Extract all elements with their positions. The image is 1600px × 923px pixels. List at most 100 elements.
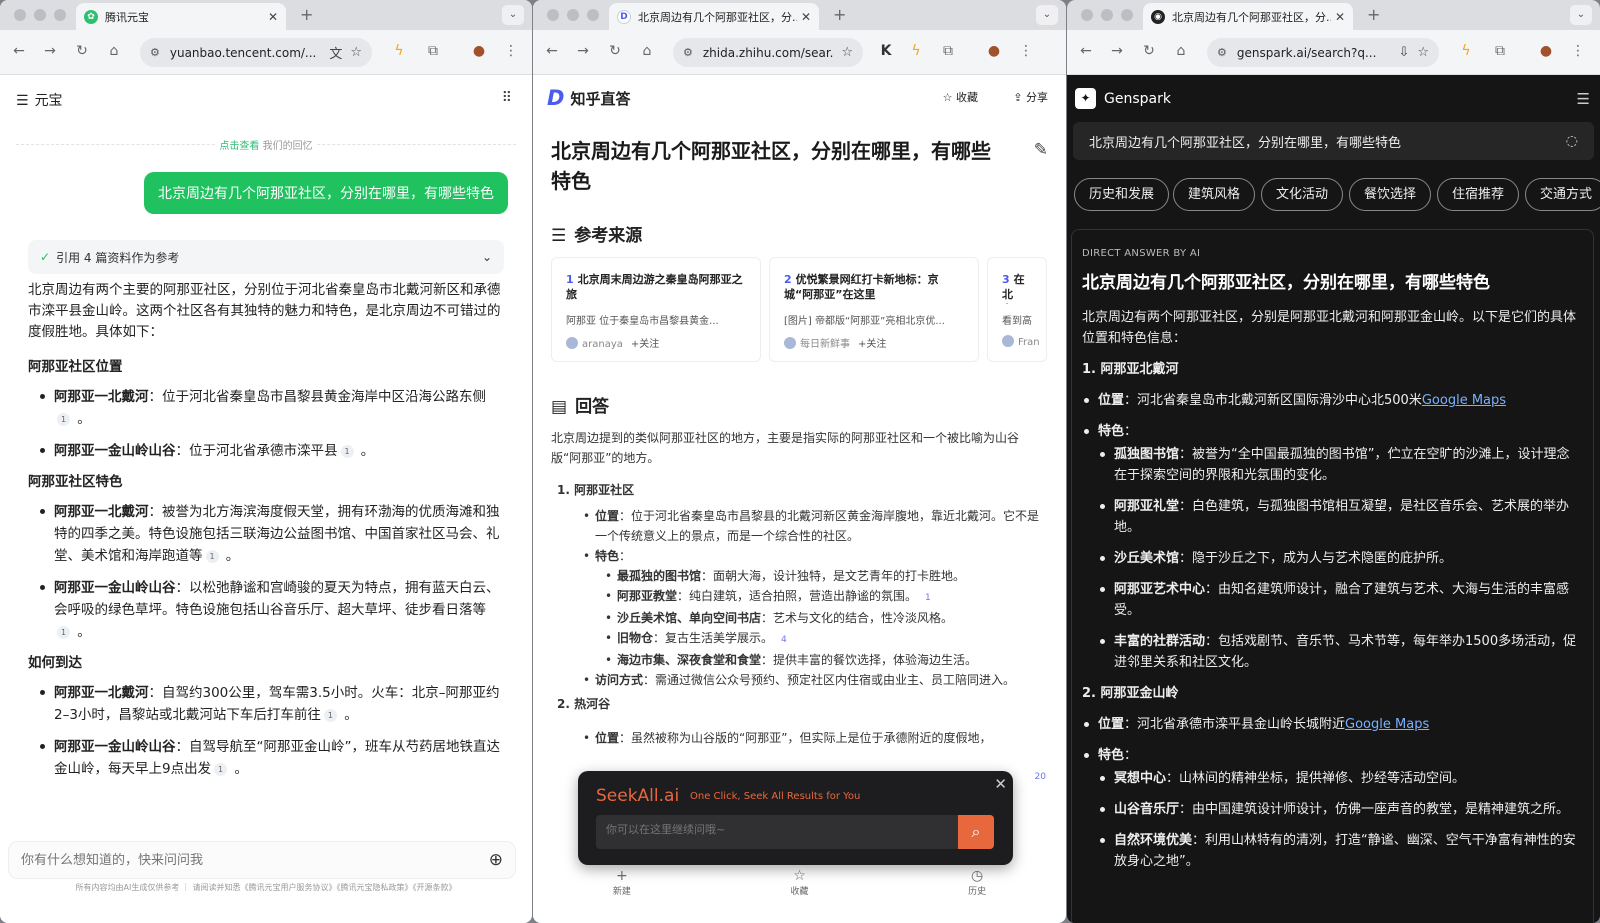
- close-tab-icon[interactable]: ✕: [801, 10, 811, 24]
- citation-badge[interactable]: 1: [925, 593, 931, 603]
- close-window-button[interactable]: [547, 9, 559, 21]
- seekall-input[interactable]: [606, 823, 936, 836]
- nav-favorites[interactable]: ☆ 收藏: [790, 868, 808, 923]
- related-chip[interactable]: 历史和发展: [1074, 178, 1170, 211]
- reference-card[interactable]: 1 北京周末周边游之秦皇岛阿那亚之旅 阿那亚 位于秦皇岛市昌黎县黄金... arana…: [551, 257, 761, 362]
- minimize-window-button[interactable]: [1101, 9, 1113, 21]
- seekall-input-box[interactable]: ⌕: [596, 815, 994, 849]
- reference-bar[interactable]: ✓ 引用 4 篇资料作为参考 ⌄: [28, 240, 504, 274]
- search-icon[interactable]: ⌕: [958, 815, 994, 849]
- google-maps-link[interactable]: Google Maps: [1422, 393, 1506, 408]
- chat-input-box[interactable]: ⊕: [8, 841, 516, 879]
- bolt-extension-icon[interactable]: ϟ: [1457, 43, 1475, 59]
- home-icon[interactable]: ⌂: [1172, 43, 1190, 59]
- extensions-puzzle-icon[interactable]: ⧉: [424, 43, 442, 59]
- sidebar-menu-icon[interactable]: ☰: [16, 93, 29, 109]
- hamburger-menu-icon[interactable]: ☰: [1577, 90, 1590, 108]
- back-icon[interactable]: ←: [1077, 43, 1095, 59]
- browser-tab[interactable]: D 北京周边有几个阿那亚社区，分... ✕: [609, 3, 819, 30]
- tab-search-chevron-icon[interactable]: ⌄: [1036, 5, 1058, 25]
- close-window-button[interactable]: [1081, 9, 1093, 21]
- browser-menu-icon[interactable]: ⋮: [1569, 43, 1587, 59]
- close-tab-icon[interactable]: ✕: [1335, 10, 1345, 24]
- browser-tab[interactable]: ◉ 北京周边有几个阿那亚社区，分... ✕: [1143, 3, 1353, 30]
- follow-button[interactable]: +关注: [631, 339, 659, 350]
- related-chip[interactable]: 住宿推荐: [1437, 178, 1520, 211]
- tab-search-chevron-icon[interactable]: ⌄: [502, 5, 524, 25]
- browser-menu-icon[interactable]: ⋮: [1017, 43, 1035, 59]
- profile-avatar-icon[interactable]: ●: [985, 43, 1003, 59]
- reference-card[interactable]: 3在北京…验? 看到高… Fran: [987, 257, 1047, 362]
- apps-grid-icon[interactable]: ⠿: [502, 90, 512, 106]
- citation-badge[interactable]: 1: [205, 550, 219, 563]
- citation-badge[interactable]: 1: [323, 709, 337, 722]
- new-tab-icon[interactable]: +: [1367, 5, 1380, 24]
- citation-badge[interactable]: 20: [1035, 772, 1046, 782]
- related-chip[interactable]: 建筑风格: [1173, 178, 1256, 211]
- share-button[interactable]: ⇪ 分享: [1013, 89, 1048, 105]
- install-app-icon[interactable]: ⇩: [1398, 45, 1409, 60]
- reload-icon[interactable]: ↻: [1140, 43, 1158, 59]
- reload-icon[interactable]: ↻: [606, 43, 624, 59]
- close-window-button[interactable]: [14, 9, 26, 21]
- citation-badge[interactable]: 1: [214, 763, 228, 776]
- chevron-down-icon[interactable]: ⌄: [482, 250, 492, 264]
- google-maps-link-2[interactable]: Google Maps: [1345, 717, 1429, 732]
- add-circle-icon[interactable]: ⊕: [489, 850, 503, 870]
- minimize-window-button[interactable]: [34, 9, 46, 21]
- site-info-icon[interactable]: ⚙: [1217, 46, 1227, 59]
- new-tab-icon[interactable]: +: [300, 5, 313, 24]
- related-chip[interactable]: 文化活动: [1261, 178, 1344, 211]
- forward-icon[interactable]: →: [574, 43, 592, 59]
- follow-button[interactable]: +关注: [858, 339, 886, 350]
- favorite-button[interactable]: ☆ 收藏: [943, 89, 978, 105]
- browser-tab[interactable]: ✿ 腾讯元宝 ✕: [76, 3, 286, 30]
- zhihu-brand[interactable]: D 知乎直答: [547, 86, 630, 110]
- maximize-window-button[interactable]: [587, 9, 599, 21]
- back-icon[interactable]: ←: [543, 43, 561, 59]
- genspark-brand[interactable]: ✦ Genspark: [1075, 88, 1171, 109]
- search-box[interactable]: 北京周边有几个阿那亚社区，分别在哪里，有哪些特色 ◌: [1073, 122, 1594, 160]
- extensions-puzzle-icon[interactable]: ⧉: [1491, 43, 1509, 59]
- address-bar[interactable]: ⚙ yuanbao.tencent.com/... 文 ☆: [140, 38, 372, 67]
- maximize-window-button[interactable]: [54, 9, 66, 21]
- forward-icon[interactable]: →: [1108, 43, 1126, 59]
- citation-badge[interactable]: 1: [57, 413, 70, 426]
- citation-badge[interactable]: 1: [340, 445, 354, 458]
- close-tab-icon[interactable]: ✕: [268, 10, 278, 24]
- bolt-extension-icon[interactable]: ϟ: [907, 43, 925, 59]
- address-bar[interactable]: ⚙ zhida.zhihu.com/sear... ☆: [673, 38, 863, 67]
- profile-avatar-icon[interactable]: ●: [1537, 43, 1555, 59]
- home-icon[interactable]: ⌂: [638, 43, 656, 59]
- minimize-window-button[interactable]: [567, 9, 579, 21]
- browser-menu-icon[interactable]: ⋮: [502, 43, 520, 59]
- memory-link[interactable]: 点击查看: [219, 141, 259, 152]
- translate-icon[interactable]: 文: [329, 43, 342, 62]
- bookmark-star-icon[interactable]: ☆: [1417, 45, 1429, 60]
- citation-badge[interactable]: 4: [781, 635, 787, 645]
- home-icon[interactable]: ⌂: [105, 43, 123, 59]
- chat-input[interactable]: [21, 852, 489, 868]
- related-chip[interactable]: 餐饮选择: [1349, 178, 1432, 211]
- reference-card[interactable]: 2 优悦繁景网红打卡新地标：京城“阿那亚”在这里 [图片] 帝都版“阿那亚”亮相北京…: [769, 257, 979, 362]
- nav-new[interactable]: + 新建: [613, 868, 631, 923]
- bookmark-star-icon[interactable]: ☆: [841, 45, 853, 60]
- bolt-extension-icon[interactable]: ϟ: [390, 43, 408, 59]
- new-tab-icon[interactable]: +: [833, 5, 846, 24]
- back-icon[interactable]: ←: [10, 43, 28, 59]
- maximize-window-button[interactable]: [1121, 9, 1133, 21]
- tab-search-chevron-icon[interactable]: ⌄: [1570, 5, 1592, 25]
- profile-avatar-icon[interactable]: ●: [470, 43, 488, 59]
- reload-icon[interactable]: ↻: [73, 43, 91, 59]
- related-chip[interactable]: 交通方式: [1525, 178, 1600, 211]
- site-info-icon[interactable]: ⚙: [150, 46, 160, 59]
- bookmark-star-icon[interactable]: ☆: [350, 45, 362, 60]
- k-extension-icon[interactable]: K: [877, 43, 895, 59]
- edit-icon[interactable]: ✎: [1034, 140, 1048, 160]
- forward-icon[interactable]: →: [41, 43, 59, 59]
- nav-history[interactable]: ◷ 历史: [968, 868, 986, 923]
- close-popup-icon[interactable]: ✕: [994, 775, 1007, 793]
- site-info-icon[interactable]: ⚙: [683, 46, 693, 59]
- address-bar[interactable]: ⚙ genspark.ai/search?q... ⇩ ☆: [1207, 38, 1439, 67]
- extensions-puzzle-icon[interactable]: ⧉: [939, 43, 957, 59]
